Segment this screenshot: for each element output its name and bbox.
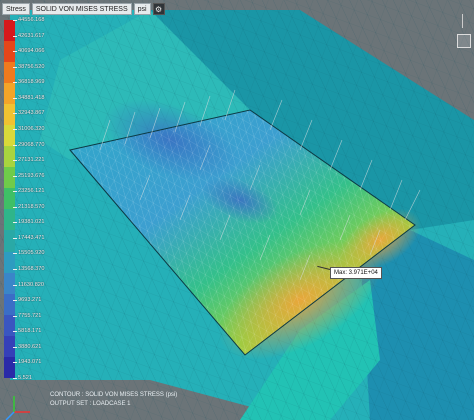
legend-tick-label: 32943.867: [18, 110, 45, 117]
legend-tick-label: 27131.221: [18, 157, 45, 164]
legend-tick-label: 36818.969: [18, 79, 45, 86]
legend-swatch: [4, 62, 15, 84]
legend-tick-mark: [13, 82, 17, 84]
legend-tick-label: 23256.121: [18, 188, 45, 195]
legend-tick-label: 15505.920: [18, 250, 45, 257]
legend-tick-label: 40694.066: [18, 48, 45, 55]
legend-tick-mark: [13, 331, 17, 333]
legend-tick-mark: [13, 269, 17, 271]
legend-tick-label: 5.521: [18, 375, 32, 381]
legend-swatch: [4, 356, 15, 378]
contour-legend: 44556.168 42631.617 40694.066 38756.520 3681…: [4, 17, 64, 381]
result-toolbar: Stress SOLID VON MISES STRESS psi ⚙: [0, 0, 167, 18]
legend-tick-label: 42631.617: [18, 32, 45, 39]
legend-tick-label: 5818.171: [18, 328, 42, 335]
legend-tick-label: 31006.320: [18, 125, 45, 132]
legend-tick-label: 25193.676: [18, 172, 45, 179]
legend-swatch: [4, 167, 15, 189]
legend-swatch: [4, 104, 15, 126]
max-value-label: Max: 3.971E+04: [330, 267, 382, 279]
legend-tick-label: 11630.820: [18, 281, 45, 288]
legend-tick-mark: [13, 160, 17, 162]
legend-tick-mark: [13, 300, 17, 302]
legend-tick-mark: [13, 66, 17, 68]
legend-tick-mark: [13, 20, 17, 21]
gear-icon[interactable]: ⚙: [152, 3, 165, 15]
unit-select[interactable]: psi: [133, 3, 151, 15]
legend-swatch: [4, 230, 15, 252]
legend-tick-mark: [13, 128, 17, 130]
legend-tick-label: 21318.570: [18, 203, 45, 210]
fea-viewport[interactable]: Stress SOLID VON MISES STRESS psi ⚙ 4455…: [0, 0, 474, 420]
legend-swatch: [4, 314, 15, 336]
legend-swatch: [4, 293, 15, 315]
legend-tick-label: 29068.770: [18, 141, 45, 148]
result-type-select[interactable]: Stress: [2, 3, 30, 15]
legend-tick-label: 17443.471: [18, 234, 45, 241]
legend-tick-mark: [13, 206, 17, 208]
legend-tick-mark: [13, 362, 17, 364]
legend-tick-mark: [13, 144, 17, 146]
legend-tick-mark: [13, 315, 17, 317]
contour-caption: CONTOUR : SOLID VON MISES STRESS (psi): [50, 392, 178, 398]
legend-swatch: [4, 146, 15, 168]
legend-tick-mark: [13, 175, 17, 177]
legend-tick-label: 13568.370: [18, 266, 45, 273]
legend-tick-mark: [13, 237, 17, 239]
legend-tick-label: 7755.721: [18, 312, 42, 319]
model-view[interactable]: [0, 0, 474, 420]
viewcube-icon[interactable]: [457, 34, 471, 48]
legend-tick-mark: [13, 35, 17, 37]
legend-tick-mark: [13, 378, 17, 379]
legend-tick-label: 38756.520: [18, 63, 45, 70]
legend-swatch: [4, 272, 15, 294]
legend-tick-mark: [13, 191, 17, 193]
legend-tick-mark: [13, 113, 17, 115]
legend-tick-mark: [13, 253, 17, 255]
legend-tick-label: 9693.271: [18, 297, 42, 304]
legend-tick-mark: [13, 284, 17, 286]
component-select[interactable]: SOLID VON MISES STRESS: [31, 3, 132, 15]
legend-tick-label: 19381.021: [18, 219, 45, 226]
legend-tick-label: 3880.621: [18, 343, 42, 350]
legend-swatch: [4, 20, 15, 42]
legend-tick-label: 1943.071: [18, 359, 42, 366]
legend-swatch: [4, 83, 15, 105]
legend-color-bar: [4, 20, 15, 378]
legend-tick-mark: [13, 51, 17, 53]
viewcube-edge: [462, 14, 473, 28]
legend-tick-label: 34881.418: [18, 94, 45, 101]
output-set-caption: OUTPUT SET : LOADCASE 1: [50, 401, 131, 407]
legend-tick-mark: [13, 222, 17, 224]
legend-tick-mark: [13, 346, 17, 348]
legend-swatch: [4, 209, 15, 231]
legend-tick-mark: [13, 97, 17, 99]
